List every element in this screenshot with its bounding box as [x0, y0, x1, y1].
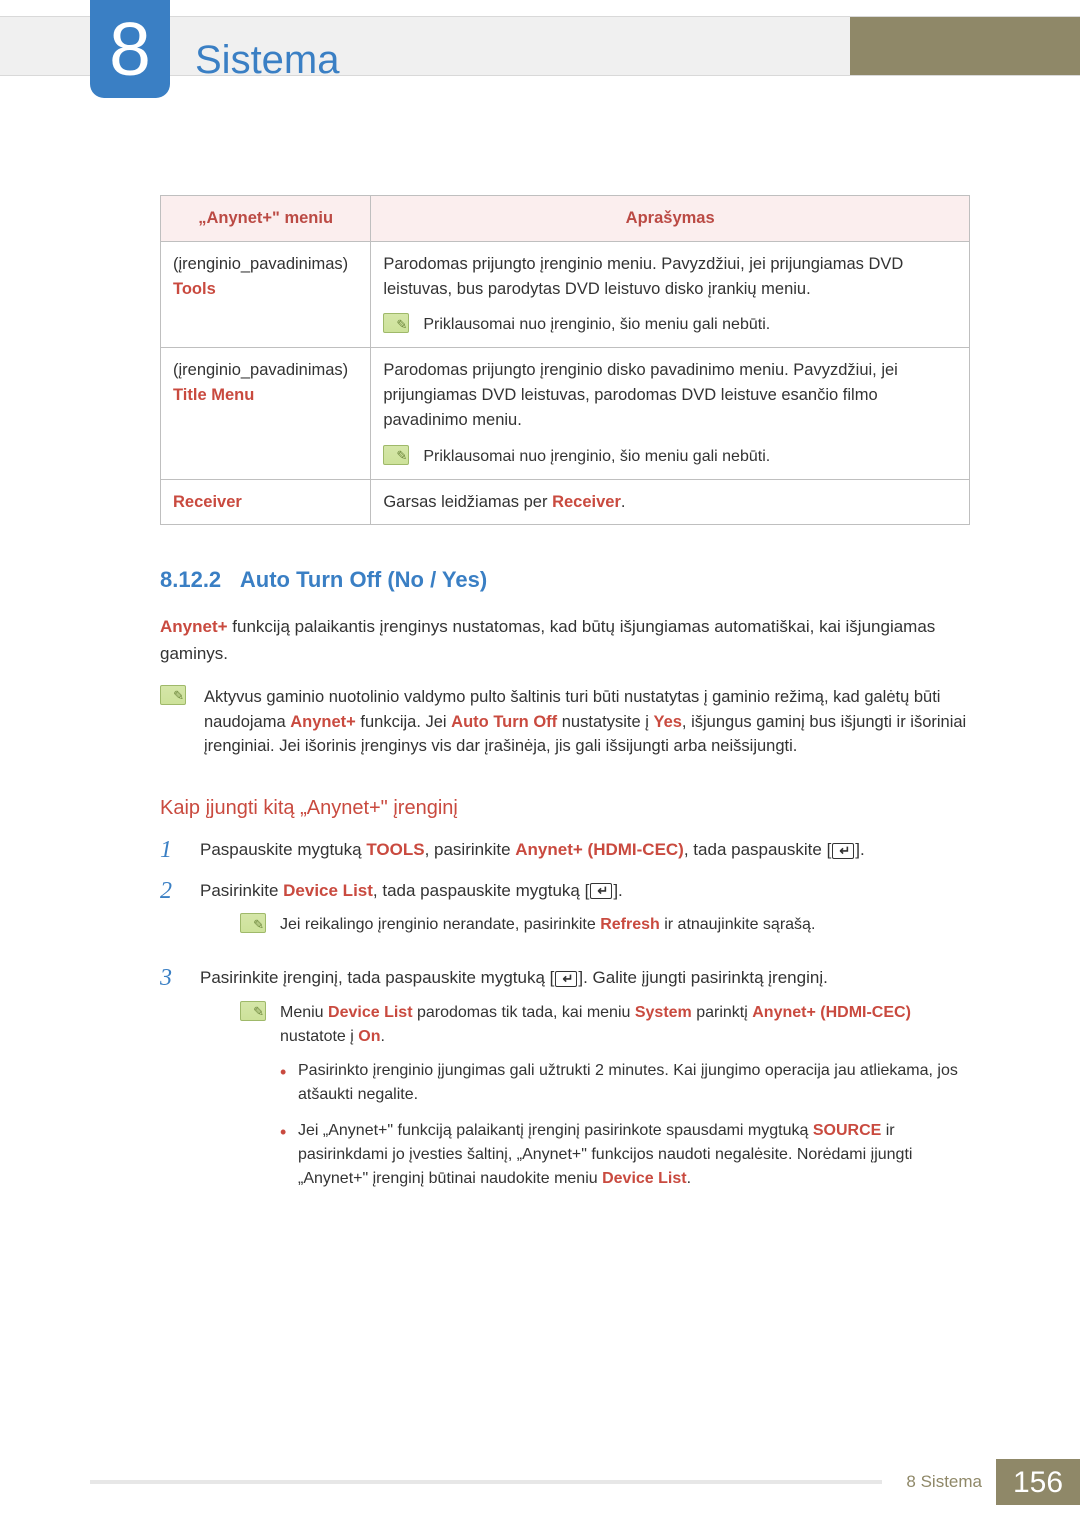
step-text: ].: [613, 881, 622, 900]
row-desc-suffix: .: [621, 493, 626, 511]
step-text-red: TOOLS: [366, 840, 424, 859]
step-note-text: Jei reikalingo įrenginio nerandate, pasi…: [280, 916, 600, 933]
step-note-text: .: [381, 1028, 385, 1045]
step-note-red: Device List: [328, 1004, 412, 1021]
note-icon: [240, 913, 266, 933]
step-number: 3: [160, 965, 182, 991]
info-note-block: Aktyvus gaminio nuotolinio valdymo pulto…: [160, 685, 970, 759]
step-note-text: Meniu: [280, 1004, 328, 1021]
step-item: 3 Pasirinkite įrenginį, tada paspauskite…: [160, 965, 970, 1203]
chapter-number-badge: 8: [90, 0, 170, 98]
step-text-red: Device List: [283, 881, 373, 900]
table-header-row: „Anynet+" meniu Aprašymas: [161, 196, 970, 242]
section-heading: 8.12.2 Auto Turn Off (No / Yes): [160, 563, 970, 596]
table-row: (įrenginio_pavadinimas) Title Menu Parod…: [161, 348, 970, 479]
step-note-red: System: [635, 1004, 692, 1021]
chapter-title: Sistema: [195, 30, 340, 90]
row-prefix: (įrenginio_pavadinimas): [173, 361, 348, 379]
bullet-item: Jei „Anynet+" funkciją palaikantį įrengi…: [280, 1119, 970, 1191]
bullet-item: Pasirinkto įrenginio įjungimas gali užtr…: [280, 1059, 970, 1107]
step-note-red: Anynet+ (HDMI-CEC): [752, 1004, 911, 1021]
step-item: 1 Paspauskite mygtuką TOOLS, pasirinkite…: [160, 837, 970, 863]
section-body-red: Anynet+: [160, 617, 228, 636]
table-row: (įrenginio_pavadinimas) Tools Parodomas …: [161, 241, 970, 348]
row-note: Priklausomai nuo įrenginio, šio meniu ga…: [423, 445, 770, 469]
table-header-col2: Aprašymas: [371, 196, 970, 242]
page-footer: 8 Sistema 156: [0, 1459, 1080, 1505]
header-bar-accent: [850, 17, 1080, 75]
subsection-heading: Kaip įjungti kitą „Anynet+" įrenginį: [160, 793, 970, 823]
step-note-text: parodomas tik tada, kai meniu: [413, 1004, 635, 1021]
info-text-red: Auto Turn Off: [451, 713, 557, 731]
bullet-text: Jei „Anynet+" funkciją palaikantį įrengi…: [298, 1122, 813, 1139]
step-number: 1: [160, 837, 182, 863]
bullet-red: SOURCE: [813, 1122, 881, 1139]
bullet-red: Device List: [602, 1170, 686, 1187]
row-desc: Parodomas prijungto įrenginio disko pava…: [383, 358, 957, 432]
step-text: , pasirinkite: [425, 840, 516, 859]
step-text: ].: [855, 840, 864, 859]
row-label: Tools: [173, 280, 216, 298]
steps-list: 1 Paspauskite mygtuką TOOLS, pasirinkite…: [160, 837, 970, 1202]
info-text-red: Anynet+: [290, 713, 356, 731]
row-desc-red: Receiver: [552, 493, 621, 511]
enter-icon: [832, 843, 854, 859]
table-row: Receiver Garsas leidžiamas per Receiver.: [161, 479, 970, 525]
info-text: funkcija. Jei: [356, 713, 451, 731]
section-number: 8.12.2: [160, 567, 221, 592]
row-prefix: (įrenginio_pavadinimas): [173, 255, 348, 273]
step-text: , tada paspauskite mygtuką [: [373, 881, 589, 900]
step-text-red: Anynet+ (HDMI-CEC): [515, 840, 684, 859]
row-label: Title Menu: [173, 386, 254, 404]
row-label: Receiver: [173, 493, 242, 511]
step-note-text: nustatote į: [280, 1028, 358, 1045]
anynet-menu-table: „Anynet+" meniu Aprašymas (įrenginio_pav…: [160, 195, 970, 525]
note-icon: [383, 313, 409, 333]
footer-chapter-label: 8 Sistema: [882, 1469, 996, 1495]
bullet-text: Pasirinkto įrenginio įjungimas gali užtr…: [298, 1062, 958, 1103]
section-body-text: funkciją palaikantis įrenginys nustatoma…: [160, 617, 935, 662]
step-text: Paspauskite mygtuką: [200, 840, 366, 859]
step-note-red: Refresh: [600, 916, 660, 933]
enter-icon: [555, 971, 577, 987]
step-note-text: ir atnaujinkite sąrašą.: [660, 916, 816, 933]
bullet-text: .: [687, 1170, 691, 1187]
step-item: 2 Pasirinkite Device List, tada paspausk…: [160, 878, 970, 952]
table-header-col1: „Anynet+" meniu: [161, 196, 371, 242]
step-text: ]. Galite įjungti pasirinktą įrenginį.: [578, 968, 827, 987]
step-note-bullets: Pasirinkto įrenginio įjungimas gali užtr…: [240, 1059, 970, 1191]
note-icon: [240, 1001, 266, 1021]
row-note: Priklausomai nuo įrenginio, šio meniu ga…: [423, 313, 770, 337]
note-icon: [160, 685, 186, 705]
step-text: Pasirinkite įrenginį, tada paspauskite m…: [200, 968, 554, 987]
step-note-text: parinktį: [692, 1004, 752, 1021]
row-desc-prefix: Garsas leidžiamas per: [383, 493, 552, 511]
step-note-red: On: [358, 1028, 380, 1045]
info-text-red: Yes: [653, 713, 681, 731]
row-desc: Parodomas prijungto įrenginio meniu. Pav…: [383, 252, 957, 302]
step-text: Pasirinkite: [200, 881, 283, 900]
page-content: „Anynet+" meniu Aprašymas (įrenginio_pav…: [160, 195, 970, 1217]
section-title: Auto Turn Off (No / Yes): [240, 567, 487, 592]
info-text: nustatysite į: [557, 713, 653, 731]
note-icon: [383, 445, 409, 465]
section-body: Anynet+ funkciją palaikantis įrenginys n…: [160, 614, 970, 667]
enter-icon: [590, 883, 612, 899]
footer-page-number: 156: [996, 1459, 1080, 1505]
step-text: , tada paspauskite [: [684, 840, 831, 859]
step-number: 2: [160, 878, 182, 904]
